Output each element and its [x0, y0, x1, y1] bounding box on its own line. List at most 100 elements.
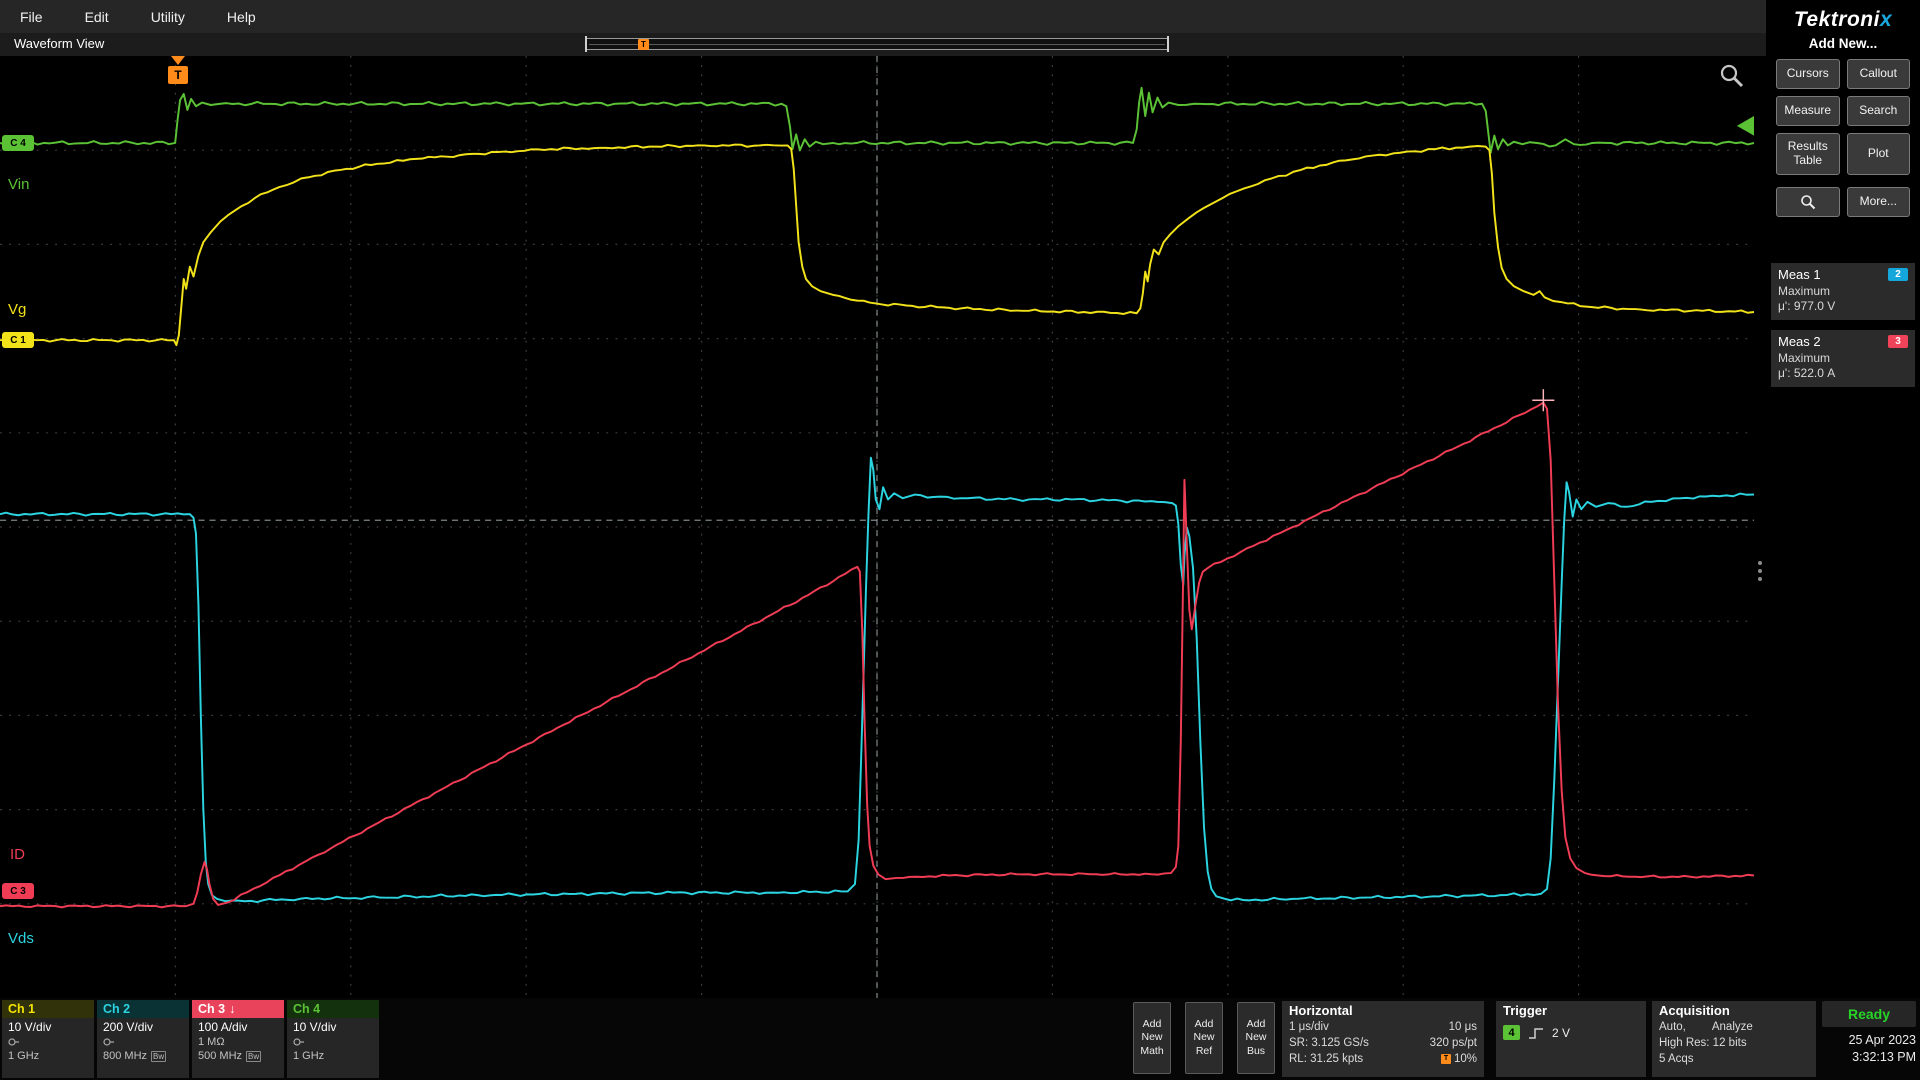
acquisition-resolution: High Res: 12 bits — [1659, 1035, 1747, 1051]
add-new-math-button[interactable]: AddNewMath — [1133, 1002, 1171, 1074]
channel-1-box[interactable]: Ch 1 10 V/div 1 GHz — [2, 1000, 94, 1078]
record-bar-line — [589, 44, 1165, 45]
channel-4-bandwidth: 1 GHz — [293, 1049, 324, 1064]
trace-label-vg: Vg — [8, 301, 26, 318]
channel-3-scale: 100 A/div — [198, 1020, 278, 1035]
acquisition-title: Acquisition — [1652, 1001, 1816, 1019]
trigger-source-badge: 4 — [1503, 1025, 1520, 1040]
status-ready: Ready — [1848, 1006, 1890, 1022]
channel-3-clip-arrow-icon: ↓ — [229, 1002, 235, 1016]
acquisition-count: 5 Acqs — [1659, 1051, 1694, 1067]
measure-button[interactable]: Measure — [1776, 96, 1840, 126]
channel-4-scale: 10 V/div — [293, 1020, 373, 1035]
trigger-title: Trigger — [1496, 1001, 1646, 1019]
channel-3-impedance: 1 MΩ — [198, 1035, 225, 1049]
waveform-display[interactable]: T C 4 Vin Vg C 1 ID C 3 Vds — [0, 56, 1754, 998]
meas-1-source-badge: 2 — [1888, 268, 1908, 281]
trace-label-vin: Vin — [8, 176, 29, 193]
channel-1-bandwidth: 1 GHz — [8, 1049, 39, 1064]
trigger-position-icon: T — [1441, 1054, 1451, 1064]
menu-edit[interactable]: Edit — [85, 9, 109, 25]
acquisition-mode: Auto, — [1659, 1019, 1686, 1035]
callout-button[interactable]: Callout — [1847, 59, 1911, 89]
menu-help[interactable]: Help — [227, 9, 256, 25]
meas-2-value: μ': 522.0 A — [1778, 366, 1908, 381]
channel-2-name: Ch 2 — [103, 1002, 130, 1016]
trigger-panel[interactable]: Trigger 4 2 V — [1496, 1001, 1646, 1077]
trigger-flag[interactable]: T — [168, 66, 188, 84]
oscilloscope-app: File Edit Utility Help Waveform View T T… — [0, 0, 1920, 1080]
channel-badge-c4[interactable]: C 4 — [2, 135, 34, 151]
right-sidebar: Tektronix Add New... Cursors Callout Mea… — [1766, 0, 1920, 998]
zoom-mode-button[interactable] — [1776, 187, 1840, 217]
channel-badge-c3[interactable]: C 3 — [2, 883, 34, 899]
status-date: 25 Apr 2023 — [1822, 1032, 1916, 1049]
settings-bar: Ch 1 10 V/div 1 GHz Ch 2 — [0, 998, 1920, 1080]
trace-label-id: ID — [10, 846, 25, 863]
add-new-title: Add New... — [1766, 36, 1920, 51]
panel-drag-handle[interactable] — [1758, 561, 1762, 585]
more-button[interactable]: More... — [1847, 187, 1911, 217]
zoom-glass-icon[interactable] — [1718, 62, 1746, 90]
meas-2-box[interactable]: Meas 2 3 Maximum μ': 522.0 A — [1771, 330, 1915, 387]
probe-icon — [293, 1037, 305, 1047]
waveform-tabstrip: Waveform View T — [0, 33, 1766, 56]
menu-bar: File Edit Utility Help — [0, 0, 1766, 33]
channel-3-bandwidth: 500 MHz — [198, 1049, 242, 1064]
channel-badge-c1[interactable]: C 1 — [2, 332, 34, 348]
channel-4-name: Ch 4 — [293, 1002, 320, 1016]
search-button[interactable]: Search — [1847, 96, 1911, 126]
tektronix-logo: Tektronix — [1766, 0, 1920, 32]
meas-1-value: μ': 977.0 V — [1778, 299, 1908, 314]
channel-3-box[interactable]: Ch 3 ↓ 100 A/div 1 MΩ 500 MHz Bw — [192, 1000, 284, 1078]
bandwidth-limit-icon: Bw — [246, 1051, 261, 1062]
meas-1-box[interactable]: Meas 1 2 Maximum μ': 977.0 V — [1771, 263, 1915, 320]
magnifier-icon — [1800, 194, 1816, 210]
channel-3-name: Ch 3 — [198, 1002, 225, 1016]
add-new-ref-button[interactable]: AddNewRef — [1185, 1002, 1223, 1074]
channel-2-box[interactable]: Ch 2 200 V/div 800 MHz Bw — [97, 1000, 189, 1078]
acquisition-analyze: Analyze — [1712, 1019, 1753, 1035]
trigger-position-arrow-icon[interactable] — [171, 56, 185, 65]
record-bar-left-cap — [585, 36, 587, 52]
channel-1-scale: 10 V/div — [8, 1020, 88, 1035]
cursors-button[interactable]: Cursors — [1776, 59, 1840, 89]
channel-4-box[interactable]: Ch 4 10 V/div 1 GHz — [287, 1000, 379, 1078]
record-trigger-marker[interactable]: T — [638, 39, 649, 50]
results-table-button[interactable]: Results Table — [1776, 133, 1840, 175]
channel-2-bandwidth: 800 MHz — [103, 1049, 147, 1064]
rising-edge-icon — [1528, 1026, 1544, 1040]
meas-2-name: Meas 2 — [1778, 334, 1821, 349]
status-time: 3:32:13 PM — [1822, 1049, 1916, 1066]
sample-interval: 320 ps/pt — [1430, 1035, 1477, 1051]
probe-icon — [8, 1037, 20, 1047]
menu-file[interactable]: File — [20, 9, 43, 25]
horizontal-panel[interactable]: Horizontal 1 μs/div 10 μs SR: 3.125 GS/s… — [1282, 1001, 1484, 1077]
bandwidth-limit-icon: Bw — [151, 1051, 166, 1062]
trigger-level: 2 V — [1552, 1026, 1570, 1040]
channel-2-scale: 200 V/div — [103, 1020, 183, 1035]
waveform-canvas[interactable] — [0, 56, 1754, 998]
plot-button[interactable]: Plot — [1847, 133, 1911, 175]
acquisition-panel[interactable]: Acquisition Auto, Analyze High Res: 12 b… — [1652, 1001, 1816, 1077]
meas-2-source-badge: 3 — [1888, 335, 1908, 348]
trigger-level-arrow[interactable] — [1737, 116, 1754, 136]
add-new-bus-button[interactable]: AddNewBus — [1237, 1002, 1275, 1074]
menu-utility[interactable]: Utility — [151, 9, 185, 25]
record-view-bar[interactable]: T — [586, 38, 1168, 50]
probe-icon — [103, 1037, 115, 1047]
status-area: Ready 25 Apr 2023 3:32:13 PM — [1822, 1001, 1916, 1066]
sample-rate: SR: 3.125 GS/s — [1289, 1035, 1369, 1051]
graticule — [0, 56, 1754, 998]
trigger-position-percent: 10% — [1454, 1051, 1477, 1067]
trace-label-vds: Vds — [8, 930, 34, 947]
horizontal-title: Horizontal — [1282, 1001, 1484, 1019]
meas-1-name: Meas 1 — [1778, 267, 1821, 282]
measurement-results: Meas 1 2 Maximum μ': 977.0 V Meas 2 3 Ma… — [1766, 263, 1920, 387]
meas-1-type: Maximum — [1778, 284, 1908, 299]
horizontal-scale: 1 μs/div — [1289, 1019, 1329, 1035]
record-length: RL: 31.25 kpts — [1289, 1051, 1363, 1067]
panel-gutter — [1754, 56, 1766, 998]
tab-waveform-view[interactable]: Waveform View — [14, 36, 104, 51]
meas-2-type: Maximum — [1778, 351, 1908, 366]
